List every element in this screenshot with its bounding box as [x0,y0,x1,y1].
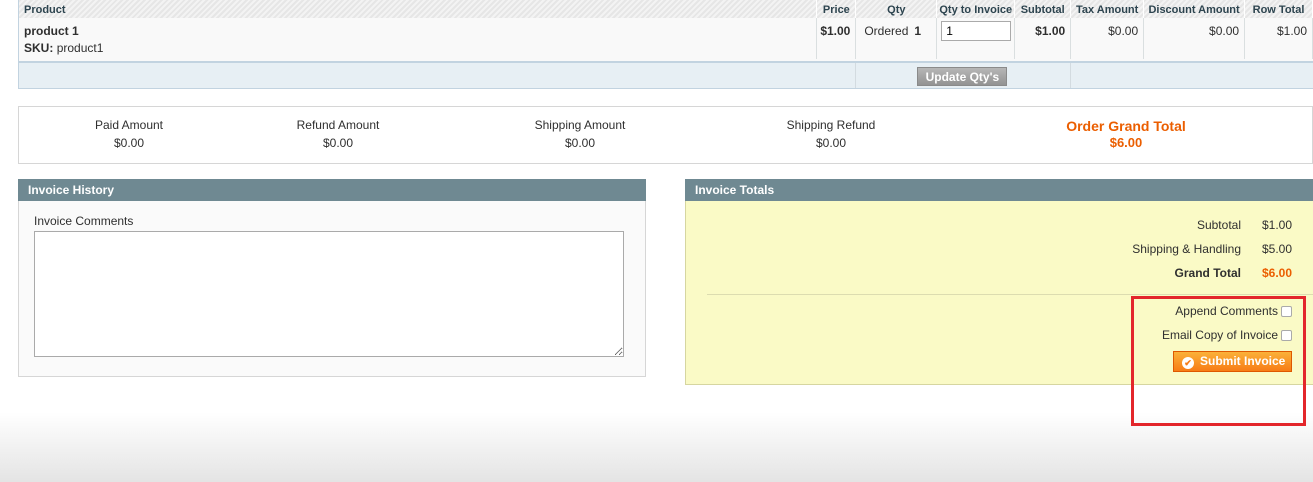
order-grand-total-value: $6.00 [1109,135,1143,150]
totals-shipping-row: Shipping & Handling $5.00 [1132,242,1292,256]
refund-amount-value: $0.00 [322,136,354,150]
product-name: product 1 [24,24,79,38]
refund-amount: Refund Amount $0.00 [278,118,398,150]
invoice-history-title: Invoice History [18,179,646,201]
totals-subtotal-label: Subtotal [1196,218,1241,232]
sku-label: SKU: [24,41,54,55]
qty-to-invoice-input[interactable] [941,21,1012,41]
order-grand-total-label: Order Grand Total [1066,118,1186,134]
footer-spacer-right [1071,63,1313,88]
invoice-comments-textarea[interactable] [34,231,624,357]
totals-grand-total-row: Grand Total $6.00 [1175,266,1292,280]
totals-grand-total-value: $6.00 [1261,266,1292,280]
totals-divider [707,294,1313,295]
paid-amount-label: Paid Amount [94,118,164,132]
qty-ordered-value: 1 [914,24,922,38]
shipping-amount: Shipping Amount $0.00 [505,118,655,150]
column-header-product: Product [19,0,818,18]
invoice-items-grid: Product Price Qty Qty to Invoice Subtota… [18,0,1313,89]
grid-header-row: Product Price Qty Qty to Invoice Subtota… [19,0,1313,18]
totals-shipping-label: Shipping & Handling [1132,242,1241,256]
sku-value: product1 [56,41,104,55]
qty-status: Ordered [864,24,909,38]
column-header-price: Price [817,0,857,18]
qty-to-invoice-cell [937,18,1016,59]
column-header-qty: Qty [856,0,938,18]
red-highlight-box [1131,296,1306,426]
item-tax-amount: $0.00 [1071,18,1145,59]
totals-subtotal-value: $1.00 [1261,218,1292,232]
shipping-refund-label: Shipping Refund [786,118,876,132]
item-row-total: $1.00 [1245,18,1313,59]
invoice-comments-label: Invoice Comments [34,214,134,228]
item-price: $1.00 [817,18,857,59]
column-header-discount-amount: Discount Amount [1144,0,1246,18]
product-sku: SKU: product1 [24,41,816,55]
totals-shipping-value: $5.00 [1261,242,1292,256]
invoice-totals-title: Invoice Totals [685,179,1313,201]
grid-footer-row: Update Qty's [19,63,1313,89]
order-totals-bar: Paid Amount $0.00 Refund Amount $0.00 Sh… [18,106,1313,164]
totals-subtotal-row: Subtotal $1.00 [1197,218,1292,232]
paid-amount-value: $0.00 [113,136,145,150]
shipping-refund-value: $0.00 [815,136,847,150]
column-header-tax-amount: Tax Amount [1071,0,1145,18]
column-header-subtotal: Subtotal [1015,0,1072,18]
page-bottom-fade [0,412,1313,482]
update-qtys-button[interactable]: Update Qty's [917,67,1008,86]
product-cell: product 1 SKU: product1 [19,18,818,59]
shipping-amount-label: Shipping Amount [534,118,626,132]
invoice-history-body: Invoice Comments [18,201,646,377]
totals-grand-total-label: Grand Total [1174,266,1241,280]
shipping-refund: Shipping Refund $0.00 [756,118,906,150]
table-row: product 1 SKU: product1 $1.00 Ordered 1 $… [19,18,1313,63]
column-header-qty-to-invoice: Qty to Invoice [937,0,1016,18]
invoice-history-box: Invoice History Invoice Comments [18,179,646,377]
paid-amount: Paid Amount $0.00 [69,118,189,150]
item-subtotal: $1.00 [1015,18,1072,59]
item-qty-cell: Ordered 1 [856,18,938,59]
footer-action-cell: Update Qty's [856,63,1072,88]
order-grand-total: Order Grand Total $6.00 [1036,118,1216,150]
item-discount-amount: $0.00 [1144,18,1246,59]
column-header-row-total: Row Total [1245,0,1313,18]
footer-spacer [19,63,857,88]
refund-amount-label: Refund Amount [296,118,380,132]
shipping-amount-value: $0.00 [564,136,596,150]
